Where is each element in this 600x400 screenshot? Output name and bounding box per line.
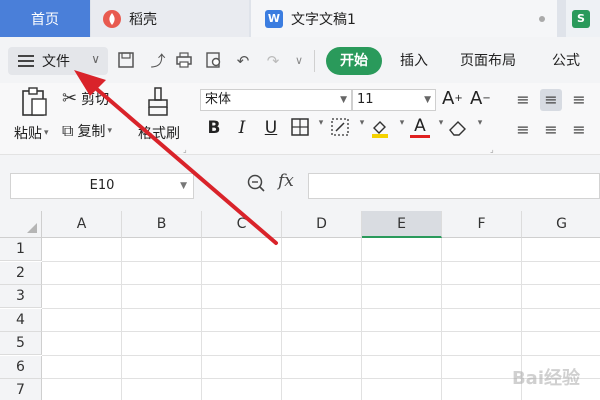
paste-label: 粘贴: [14, 126, 42, 142]
clipboard-icon[interactable]: [20, 87, 48, 117]
unsaved-dot-icon: [539, 16, 545, 22]
fill-color-chevron-icon[interactable]: ▾: [392, 118, 412, 128]
insert-function-button[interactable]: fx: [278, 171, 294, 191]
font-size-caret-icon: ▼: [424, 95, 431, 105]
daoke-icon: [103, 9, 121, 28]
ribbon-tab-formula[interactable]: 公式: [552, 47, 580, 75]
format-painter-label: 格式刷: [138, 126, 180, 142]
word-doc-icon: W: [265, 9, 283, 28]
tab-document[interactable]: W 文字文稿1: [251, 0, 557, 37]
output-icon[interactable]: ⤴: [148, 51, 168, 71]
align-bottom-icon[interactable]: ≡: [568, 89, 590, 111]
eraser-icon[interactable]: [448, 118, 468, 141]
bold-icon[interactable]: B: [204, 118, 224, 138]
ribbon-tab-insert[interactable]: 插入: [400, 47, 428, 75]
redo-icon[interactable]: ↷: [263, 51, 283, 71]
copy-icon: ⧉: [62, 121, 74, 140]
align-right-icon[interactable]: ≡: [568, 119, 590, 141]
cell-style-icon[interactable]: [330, 118, 350, 141]
copy-button[interactable]: ⧉ 复制 ▾: [62, 121, 112, 141]
column-header-a[interactable]: A: [42, 211, 122, 238]
font-group-expander-icon[interactable]: ⌟: [490, 145, 494, 154]
row-header-5[interactable]: 5: [0, 332, 42, 355]
eraser-chevron-icon[interactable]: ▾: [470, 118, 490, 128]
align-left-icon[interactable]: ≡: [512, 119, 534, 141]
font-grow-icon[interactable]: A +: [442, 88, 463, 109]
tab-home-label: 首页: [31, 11, 59, 28]
paste-button[interactable]: 粘贴 ▾: [14, 123, 49, 143]
font-color-icon[interactable]: A: [410, 118, 430, 138]
clipboard-group-expander-icon[interactable]: ⌟: [183, 145, 187, 154]
align-top-icon[interactable]: ≡: [512, 89, 534, 111]
quick-access-bar: 文件 ∨ ⤴ ↶ ↷ ∨ 开始 插入 页面布局 公式: [0, 37, 600, 83]
font-name-caret-icon: ▼: [340, 95, 347, 105]
brush-icon[interactable]: [146, 87, 170, 117]
italic-icon[interactable]: I: [232, 118, 252, 138]
row-header-3[interactable]: 3: [0, 285, 42, 308]
save-icon[interactable]: [116, 51, 136, 71]
tab-daoke-label: 稻壳: [129, 11, 157, 28]
column-header-f[interactable]: F: [442, 211, 522, 238]
font-size-value: 11: [357, 92, 374, 107]
tab-bar: 首页 稻壳 W 文字文稿1 S: [0, 0, 600, 37]
cut-label: 剪切: [81, 91, 110, 108]
print-icon[interactable]: [174, 51, 194, 71]
column-header-d[interactable]: D: [282, 211, 362, 238]
column-header-b[interactable]: B: [122, 211, 202, 238]
name-box-value: E10: [89, 178, 115, 193]
toolbar-divider: [314, 50, 315, 72]
border-icon[interactable]: [290, 118, 310, 141]
tab-daoke[interactable]: 稻壳: [91, 0, 249, 37]
spreadsheet-grid[interactable]: ABCDEFG 1234567: [0, 211, 600, 400]
font-name-select[interactable]: 宋体 ▼: [200, 89, 352, 111]
column-header-e[interactable]: E: [362, 211, 442, 238]
file-menu-button[interactable]: 文件 ∨: [8, 47, 108, 75]
watermark: Bai经验: [511, 368, 580, 389]
ribbon-tab-page-layout[interactable]: 页面布局: [460, 47, 516, 75]
tab-home[interactable]: 首页: [0, 0, 90, 37]
font-shrink-icon[interactable]: A −: [470, 88, 491, 109]
fill-color-icon[interactable]: [370, 118, 390, 143]
tab-document-label: 文字文稿1: [291, 11, 356, 28]
align-center-icon[interactable]: ≡: [540, 119, 562, 141]
ribbon-tab-start[interactable]: 开始: [326, 47, 382, 75]
more-chevron-icon[interactable]: ∨: [289, 51, 309, 71]
column-header-g[interactable]: G: [522, 211, 600, 238]
chevron-down-icon: ∨: [91, 52, 100, 66]
name-box[interactable]: E10 ▼: [10, 173, 194, 199]
name-box-caret-icon: ▼: [180, 181, 187, 191]
scissors-icon: ✂: [62, 88, 78, 109]
row-header-2[interactable]: 2: [0, 261, 42, 285]
sheet-app-icon: S: [572, 9, 590, 28]
copy-label: 复制: [77, 124, 106, 140]
row-header-1[interactable]: 1: [0, 238, 42, 261]
row-header-4[interactable]: 4: [0, 308, 42, 332]
align-middle-icon[interactable]: ≡: [540, 89, 562, 111]
zoom-search-icon[interactable]: [246, 173, 266, 197]
row-header-6[interactable]: 6: [0, 355, 42, 379]
column-header-c[interactable]: C: [202, 211, 282, 238]
undo-icon[interactable]: ↶: [233, 51, 253, 71]
select-all-corner[interactable]: [0, 211, 42, 238]
ribbon-panel: 粘贴 ▾ ✂ 剪切 ⧉ 复制 ▾ 格式刷 ⌟ 宋体 ▼ 11 ▼ A + A −…: [0, 83, 600, 155]
copy-chevron-icon: ▾: [107, 126, 112, 136]
hamburger-icon: [18, 52, 34, 70]
spreadsheet-app: 首页 稻壳 W 文字文稿1 S 文件 ∨ ⤴ ↶ ↷ ∨ 开始 插入 页面布局 …: [0, 0, 600, 400]
tab-sheet[interactable]: S: [566, 0, 600, 37]
border-chevron-icon[interactable]: ▾: [311, 118, 331, 128]
font-name-value: 宋体: [205, 92, 232, 107]
font-size-select[interactable]: 11 ▼: [352, 89, 436, 111]
file-menu-label: 文件: [42, 54, 70, 70]
paste-chevron-icon: ▾: [44, 128, 49, 138]
formula-bar: E10 ▼ fx: [0, 155, 600, 211]
cell-style-chevron-icon[interactable]: ▾: [352, 118, 372, 128]
print-preview-icon[interactable]: [204, 51, 224, 71]
format-painter-button[interactable]: 格式刷: [138, 123, 180, 143]
formula-input[interactable]: [308, 173, 600, 199]
underline-icon[interactable]: U: [261, 118, 281, 138]
cut-button[interactable]: ✂ 剪切: [62, 88, 109, 109]
row-header-7[interactable]: 7: [0, 379, 42, 400]
